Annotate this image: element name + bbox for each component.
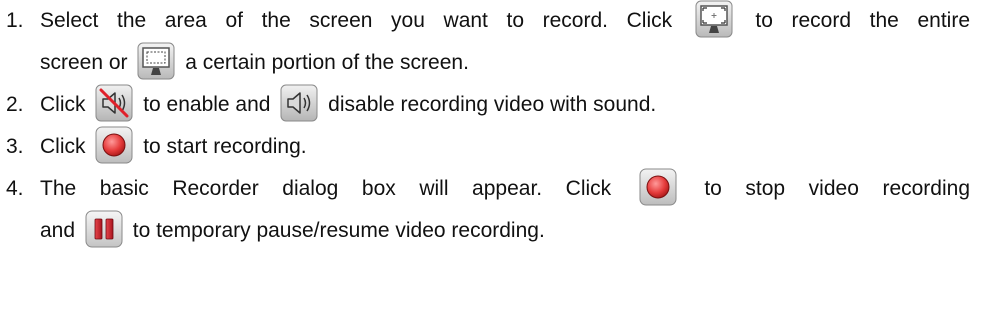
step-text: Click	[40, 93, 86, 116]
step-number: 3.	[6, 135, 24, 158]
step-3: 3. Click to start recording.	[0, 126, 307, 168]
pause-icon[interactable]	[85, 210, 123, 248]
step-text: to temporary pause/resume video recordin…	[132, 219, 545, 242]
step-1-line-2: screen or a certain portion of the scree	[40, 42, 970, 84]
step-1-line-1: Select the area of the screen you want t…	[40, 0, 970, 42]
step-1: 1. Select the area of the screen you wan…	[0, 0, 970, 84]
step-text: to start recording.	[143, 135, 307, 158]
step-4: 4. The basic Recorder dialog box will ap…	[0, 168, 970, 252]
speaker-on-icon[interactable]	[280, 84, 318, 122]
step-number: 1.	[6, 9, 24, 32]
step-2: 2. Click to enable and disable recording…	[0, 84, 656, 126]
step-number: 4.	[6, 177, 24, 200]
stop-record-icon[interactable]	[639, 168, 677, 206]
fullscreen-monitor-icon[interactable]	[695, 0, 733, 38]
step-text: Select the area of the screen you want t…	[40, 9, 673, 32]
step-text: Click	[40, 135, 86, 158]
region-monitor-icon[interactable]	[137, 42, 175, 80]
step-text: a certain portion of the screen.	[185, 51, 469, 74]
step-3-line-1: Click to start recording.	[40, 126, 307, 168]
step-text: to stop video recording	[704, 177, 971, 200]
instructions-document: 1. Select the area of the screen you wan…	[0, 0, 985, 330]
step-4-line-1: The basic Recorder dialog box will appea…	[40, 168, 970, 210]
step-text: to enable and	[143, 93, 271, 116]
step-text: and	[40, 219, 76, 242]
step-2-line-1: Click to enable and disable recording vi…	[40, 84, 656, 126]
step-number: 2.	[6, 93, 24, 116]
step-text: The basic Recorder dialog box will appea…	[40, 177, 612, 200]
record-icon[interactable]	[95, 126, 133, 164]
speaker-muted-icon[interactable]	[95, 84, 133, 122]
step-text: disable recording video with sound.	[328, 93, 657, 116]
step-4-line-2: and to temporary pause/resume video reco…	[40, 210, 970, 252]
step-text: screen or	[40, 51, 128, 74]
step-text: to record the entire	[755, 9, 970, 32]
